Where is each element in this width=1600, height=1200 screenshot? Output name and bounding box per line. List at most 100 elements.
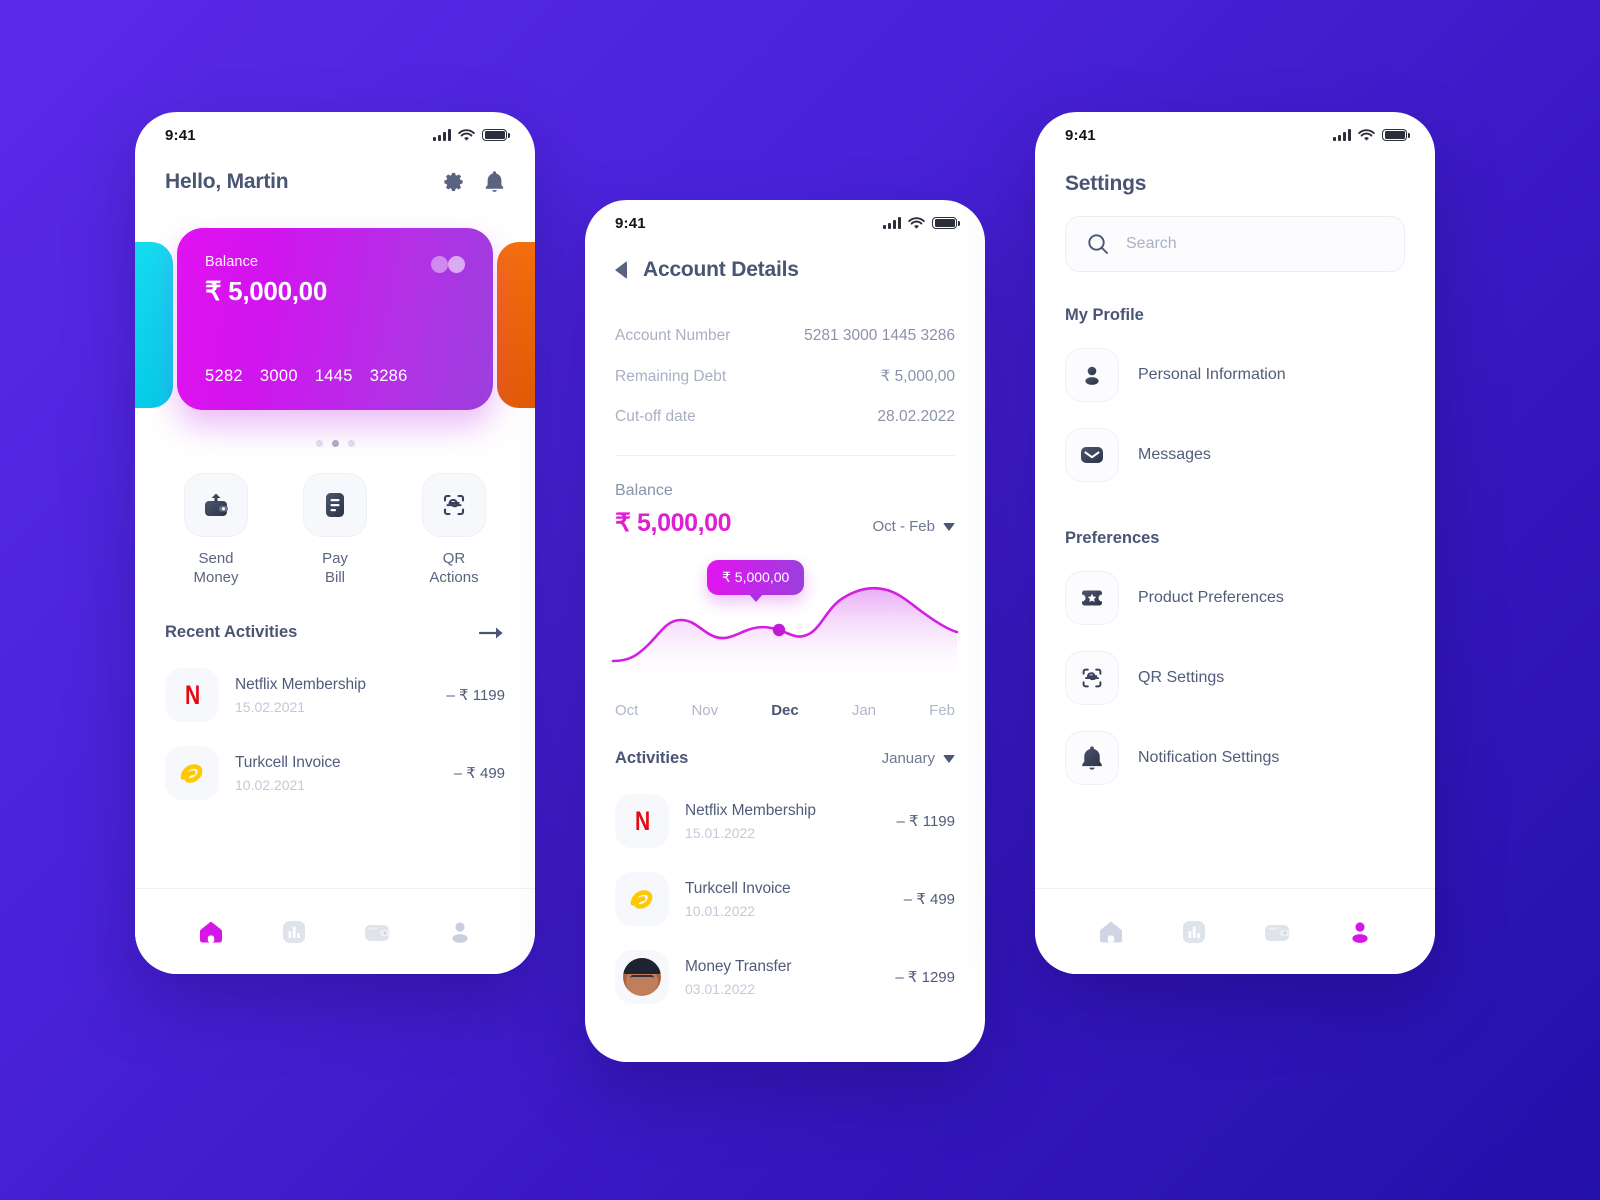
month-filter-picker[interactable]: January (882, 750, 955, 767)
bell-icon (1082, 745, 1102, 770)
nav-item-statistics[interactable] (271, 909, 317, 955)
chart-icon (1182, 920, 1205, 943)
wallet-upload-icon (205, 493, 228, 516)
activity-amount: – ₹ 1199 (896, 813, 955, 830)
card-next[interactable] (497, 242, 535, 408)
ticket-star-icon (1082, 590, 1102, 606)
netflix-logo: N (615, 794, 669, 848)
arrow-right-icon[interactable] (479, 625, 505, 641)
table-row[interactable]: Money Transfer 03.01.2022 – ₹ 1299 (615, 938, 955, 1016)
recent-activities-title: Recent Activities (165, 623, 298, 642)
nav-item-wallet[interactable] (354, 909, 400, 955)
qr-actions-label-line1: QR (442, 550, 466, 567)
settings-item-messages[interactable]: Messages (1065, 415, 1405, 495)
gear-icon[interactable] (442, 171, 465, 194)
signal-icon (1333, 129, 1351, 141)
personal-info-tile (1065, 348, 1119, 402)
search-input[interactable]: Search (1065, 216, 1405, 272)
search-placeholder: Search (1126, 235, 1177, 252)
activities-list: N Netflix Membership 15.01.2022 – ₹ 1199… (585, 782, 985, 1016)
settings-item-notification-settings[interactable]: Notification Settings (1065, 718, 1405, 798)
header-actions (442, 170, 505, 194)
activities-header: Activities January (585, 749, 985, 768)
status-bar: 9:41 (585, 200, 985, 246)
activity-amount: – ₹ 499 (453, 765, 505, 783)
card-balance-label: Balance (205, 254, 259, 270)
settings-item-personal-information[interactable]: Personal Information (1065, 335, 1405, 415)
carousel-pagination[interactable] (135, 440, 535, 447)
table-row[interactable]: Turkcell Invoice 10.02.2021 – ₹ 499 (165, 734, 505, 812)
nav-item-statistics[interactable] (1171, 909, 1217, 955)
detail-value: ₹ 5,000,00 (880, 368, 955, 385)
card-carousel[interactable]: Balance ₹ 5,000,00 5282 3000 1445 3286 (135, 228, 535, 418)
balance-chart[interactable]: ₹ 5,000,00 (585, 560, 985, 688)
document-icon (326, 493, 344, 517)
qr-actions-tile[interactable] (422, 473, 486, 537)
table-row[interactable]: N Netflix Membership 15.02.2021 – ₹ 1199 (165, 656, 505, 734)
qr-actions-label-line2: Actions (429, 569, 479, 587)
date-range-picker[interactable]: Oct - Feb (872, 518, 955, 538)
notification-settings-tile (1065, 731, 1119, 785)
phone-home-screen: 9:41 Hello, Martin Balance ₹ 5,000,00 52… (135, 112, 535, 974)
back-arrow-icon[interactable] (615, 261, 627, 279)
person-icon (1085, 366, 1099, 385)
activity-amount: – ₹ 499 (903, 891, 955, 908)
turkcell-logo-glyph (180, 764, 203, 784)
quick-action-pay-bill[interactable]: Pay Bill (294, 473, 376, 587)
chart-highlight-point (772, 623, 786, 637)
nav-item-home[interactable] (1088, 909, 1134, 955)
nav-item-profile[interactable] (437, 909, 483, 955)
card-previous[interactable] (135, 242, 173, 408)
activity-amount: – ₹ 1199 (446, 687, 505, 705)
balance-row: ₹ 5,000,00 Oct - Feb (615, 508, 955, 538)
home-header: Hello, Martin (135, 158, 535, 194)
chart-x-axis: Oct Nov Dec Jan Feb (585, 688, 985, 719)
pay-bill-label-line1: Pay (322, 550, 348, 567)
activity-name: Money Transfer (685, 957, 792, 975)
card-number-group: 3000 (259, 367, 298, 385)
table-row[interactable]: N Netflix Membership 15.01.2022 – ₹ 1199 (615, 782, 955, 860)
status-icons (433, 128, 510, 142)
greeting-text: Hello, Martin (165, 170, 289, 193)
activity-date: 10.01.2022 (685, 902, 756, 919)
screenshot-stage: 9:41 Hello, Martin Balance ₹ 5,000,00 52… (0, 0, 1600, 1200)
activity-body: Netflix Membership 15.02.2021 (235, 676, 447, 715)
send-money-tile[interactable] (184, 473, 248, 537)
qr-scan-icon (1082, 668, 1102, 688)
quick-action-send-money[interactable]: Send Money (175, 473, 257, 587)
send-money-label: Send Money (193, 549, 238, 587)
pagination-dot[interactable] (315, 440, 323, 447)
card-number-group: 3286 (369, 367, 408, 385)
turkcell-logo (615, 872, 669, 926)
wifi-icon (458, 128, 475, 141)
wifi-icon (908, 216, 925, 229)
send-money-label-line2: Money (193, 569, 239, 587)
activities-title: Activities (615, 749, 689, 767)
pagination-dot-active[interactable] (331, 440, 339, 447)
axis-tick: Jan (851, 702, 877, 719)
settings-item-product-preferences[interactable]: Product Preferences (1065, 558, 1405, 638)
nav-item-wallet[interactable] (1254, 909, 1300, 955)
table-row[interactable]: Turkcell Invoice 10.01.2022 – ₹ 499 (615, 860, 955, 938)
nav-item-home[interactable] (188, 909, 234, 955)
card-number-group: 1445 (314, 367, 353, 385)
balance-label: Balance (615, 482, 673, 499)
activity-name: Netflix Membership (235, 675, 366, 693)
envelope-icon (1081, 447, 1103, 463)
turkcell-logo (165, 746, 219, 801)
balance-amount: ₹ 5,000,00 (615, 509, 732, 537)
activity-body: Turkcell Invoice 10.02.2021 (235, 754, 454, 793)
nav-item-profile[interactable] (1337, 909, 1383, 955)
quick-action-qr[interactable]: QR Actions (413, 473, 495, 587)
pay-bill-tile[interactable] (303, 473, 367, 537)
axis-tick: Feb (929, 702, 955, 719)
bell-icon[interactable] (484, 170, 505, 194)
qr-scan-icon (443, 494, 465, 516)
date-range-label: Oct - Feb (872, 518, 935, 535)
status-time: 9:41 (615, 214, 646, 232)
balance-card[interactable]: Balance ₹ 5,000,00 5282 3000 1445 3286 (177, 228, 493, 410)
chart-tooltip: ₹ 5,000,00 (707, 560, 805, 595)
settings-item-qr-settings[interactable]: QR Settings (1065, 638, 1405, 718)
pagination-dot[interactable] (347, 440, 355, 447)
table-row: Account Number 5281 3000 1445 3286 (615, 316, 955, 356)
